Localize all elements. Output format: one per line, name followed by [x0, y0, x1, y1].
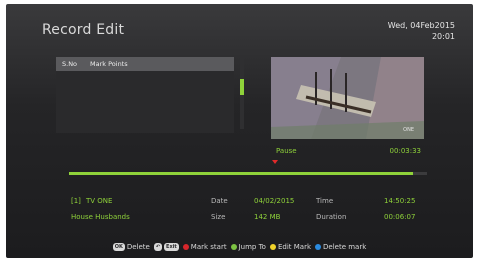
date-value: 04/02/2015: [254, 197, 295, 205]
progress-fill: [69, 172, 413, 175]
preview-frame: [271, 57, 424, 139]
recording-program: House Husbands: [71, 213, 130, 221]
duration-value: 00:06:07: [384, 213, 416, 221]
hint-jump-to[interactable]: Jump To: [230, 243, 266, 251]
hint-delete-mark[interactable]: Delete mark: [315, 243, 366, 251]
hint-mark-start[interactable]: Mark start: [182, 243, 227, 251]
hint-back-exit[interactable]: ↶ Exit: [153, 243, 179, 251]
column-sno: S.No: [62, 60, 78, 68]
red-button-icon: [182, 244, 189, 250]
video-preview: ONE: [271, 57, 424, 139]
key-hints-bar: OK Delete ↶ Exit Mark start Jump To Edit…: [6, 240, 473, 254]
mark-points-list[interactable]: S.No Mark Points: [56, 57, 234, 133]
recording-number: [1]: [71, 197, 81, 205]
recording-channel: TV ONE: [86, 197, 113, 205]
exit-key-icon: Exit: [164, 243, 179, 251]
scrollbar-thumb[interactable]: [240, 79, 244, 95]
hint-delete-label: Delete: [126, 243, 150, 251]
size-label: Size: [211, 213, 226, 221]
playhead-marker[interactable]: [272, 160, 278, 164]
clock-time: 20:01: [431, 32, 455, 41]
time-label: Time: [316, 197, 334, 205]
column-mark-points: Mark Points: [90, 60, 128, 68]
ok-key-icon: OK: [112, 243, 125, 251]
hint-jump-to-label: Jump To: [238, 243, 266, 251]
blue-button-icon: [315, 244, 321, 250]
page-title: Record Edit: [42, 22, 125, 38]
clock: Wed, 04Feb2015 20:01: [388, 20, 455, 42]
list-scrollbar[interactable]: [240, 57, 244, 129]
date-label: Date: [211, 197, 228, 205]
list-header: S.No Mark Points: [56, 57, 234, 71]
playback-position: 00:03:33: [389, 147, 421, 155]
playback-status: Pause: [276, 147, 297, 155]
hint-delete[interactable]: OK Delete: [112, 243, 150, 251]
size-value: 142 MB: [254, 213, 281, 221]
record-edit-screen: Record Edit Wed, 04Feb2015 20:01 S.No Ma…: [6, 4, 473, 258]
back-key-icon: ↶: [153, 243, 163, 251]
duration-label: Duration: [316, 213, 347, 221]
channel-watermark: ONE: [403, 127, 414, 133]
hint-edit-mark-label: Edit Mark: [277, 243, 311, 251]
progress-bar[interactable]: [69, 172, 427, 175]
hint-mark-start-label: Mark start: [190, 243, 227, 251]
time-value: 14:50:25: [384, 197, 416, 205]
hint-delete-mark-label: Delete mark: [323, 243, 367, 251]
hint-edit-mark[interactable]: Edit Mark: [269, 243, 311, 251]
clock-date: Wed, 04Feb2015: [387, 21, 455, 30]
green-button-icon: [230, 244, 237, 250]
yellow-button-icon: [269, 244, 276, 250]
